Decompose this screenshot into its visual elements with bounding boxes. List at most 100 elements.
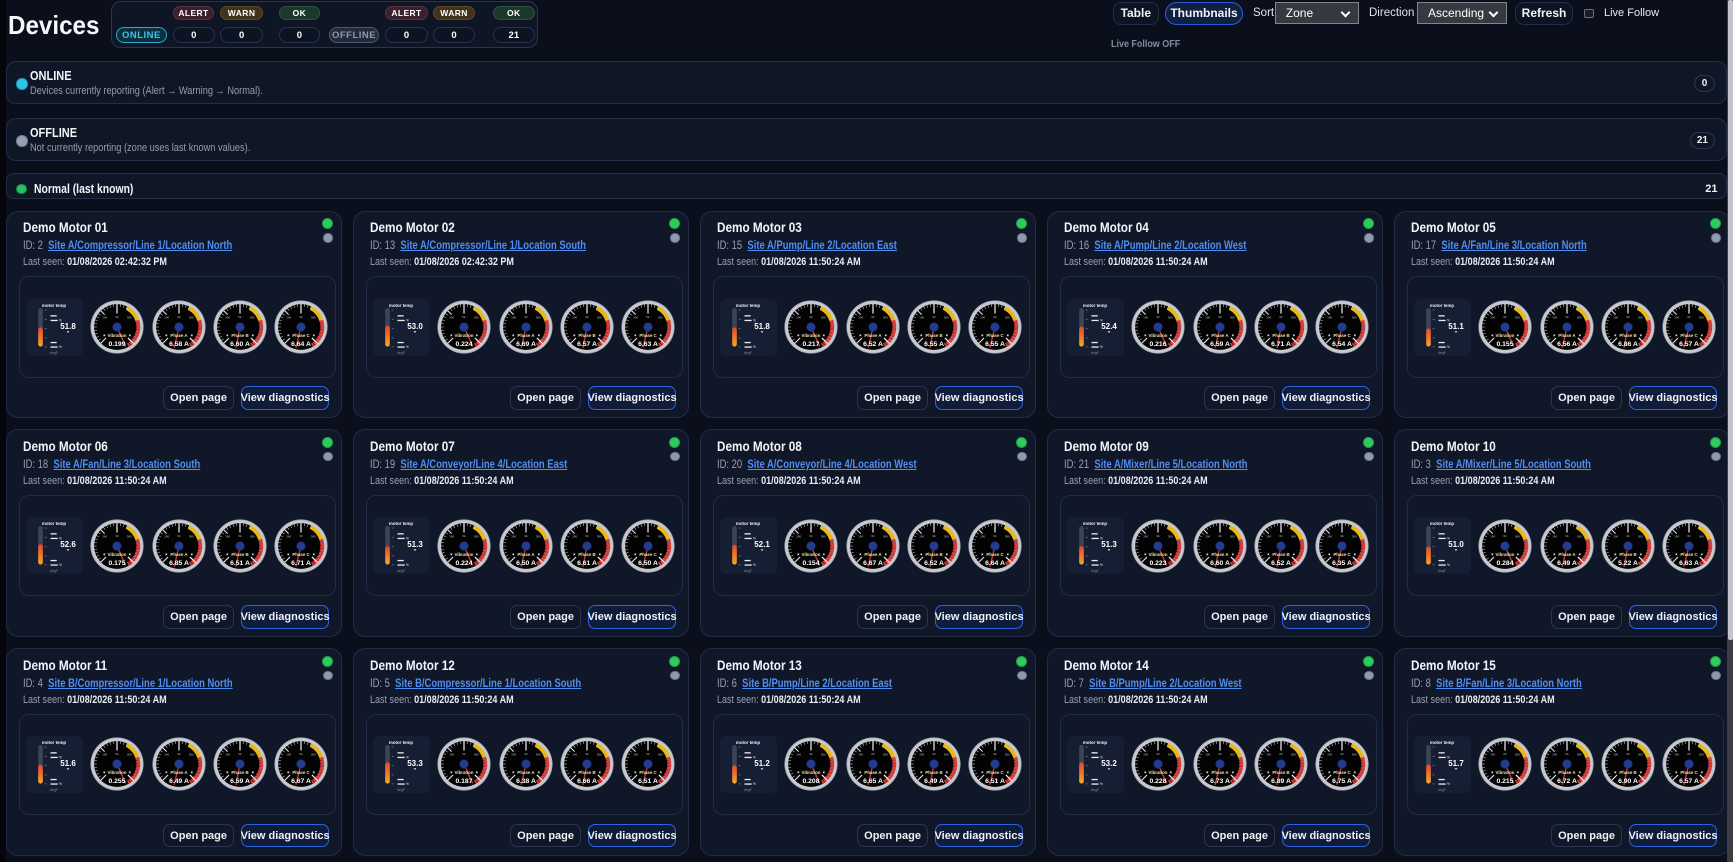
svg-text:6.64 A: 6.64 A bbox=[985, 560, 1005, 567]
svg-text:Phase A: Phase A bbox=[1211, 771, 1229, 776]
svg-text:motor temp: motor temp bbox=[736, 303, 760, 308]
svg-text:%: % bbox=[406, 345, 409, 349]
svg-text:%: % bbox=[1100, 345, 1103, 349]
svg-text:Phase B: Phase B bbox=[1272, 333, 1289, 338]
svg-text:Phase C: Phase C bbox=[987, 333, 1005, 338]
svg-text:Phase C: Phase C bbox=[1334, 771, 1352, 776]
svg-text:%: % bbox=[1447, 563, 1450, 567]
svg-text:degF: degF bbox=[397, 788, 406, 792]
svg-text:Vibration: Vibration bbox=[1496, 552, 1515, 557]
svg-text:motor temp: motor temp bbox=[1430, 303, 1454, 308]
svg-text:Phase C: Phase C bbox=[293, 333, 311, 338]
svg-text:6.60 A: 6.60 A bbox=[1210, 560, 1230, 567]
svg-text:Phase C: Phase C bbox=[987, 552, 1005, 557]
svg-text:51.8: 51.8 bbox=[754, 321, 770, 330]
svg-text:51.3: 51.3 bbox=[1101, 540, 1117, 549]
svg-text:0.155: 0.155 bbox=[1497, 341, 1514, 348]
svg-text:6.63 A: 6.63 A bbox=[1679, 560, 1699, 567]
svg-text:0.199: 0.199 bbox=[109, 341, 126, 348]
svg-text:6.51 A: 6.51 A bbox=[230, 560, 250, 567]
svg-text:Phase A: Phase A bbox=[517, 771, 535, 776]
svg-text:motor temp: motor temp bbox=[1430, 521, 1454, 526]
svg-text:Phase A: Phase A bbox=[864, 333, 882, 338]
svg-text:Phase C: Phase C bbox=[1334, 552, 1352, 557]
svg-text:6.57 A: 6.57 A bbox=[1679, 341, 1699, 348]
svg-text:Vibration: Vibration bbox=[455, 552, 474, 557]
svg-text:6.52 A: 6.52 A bbox=[863, 341, 883, 348]
svg-text:Vibration: Vibration bbox=[108, 552, 127, 557]
svg-text:6.86 A: 6.86 A bbox=[1618, 341, 1638, 348]
svg-text:Vibration: Vibration bbox=[1496, 333, 1515, 338]
svg-text:53.2: 53.2 bbox=[1101, 759, 1117, 768]
svg-text:6.71 A: 6.71 A bbox=[291, 560, 311, 567]
svg-text:motor temp: motor temp bbox=[1083, 521, 1107, 526]
svg-text:6.85 A: 6.85 A bbox=[169, 560, 189, 567]
svg-text:degF: degF bbox=[744, 569, 753, 573]
svg-text:Vibration: Vibration bbox=[802, 771, 821, 776]
svg-text:degF: degF bbox=[1438, 569, 1447, 573]
svg-text:6.51 A: 6.51 A bbox=[638, 779, 658, 786]
svg-text:Vibration: Vibration bbox=[1149, 552, 1168, 557]
svg-text:Phase C: Phase C bbox=[293, 552, 311, 557]
svg-text:Vibration: Vibration bbox=[802, 552, 821, 557]
svg-text:0.175: 0.175 bbox=[109, 560, 126, 567]
svg-text:%: % bbox=[59, 345, 62, 349]
svg-text:51.1: 51.1 bbox=[1448, 321, 1464, 330]
svg-text:degF: degF bbox=[1438, 351, 1447, 355]
svg-text:6.67 A: 6.67 A bbox=[291, 779, 311, 786]
svg-text:6.59 A: 6.59 A bbox=[1210, 341, 1230, 348]
svg-text:0.154: 0.154 bbox=[803, 560, 820, 567]
svg-text:6.75 A: 6.75 A bbox=[1332, 779, 1352, 786]
svg-text:Vibration: Vibration bbox=[455, 333, 474, 338]
svg-text:0.208: 0.208 bbox=[803, 779, 820, 786]
svg-text:%: % bbox=[753, 782, 756, 786]
svg-text:Phase A: Phase A bbox=[1211, 333, 1229, 338]
svg-text:6.63 A: 6.63 A bbox=[638, 341, 658, 348]
svg-text:degF: degF bbox=[744, 351, 753, 355]
svg-text:6.67 A: 6.67 A bbox=[863, 560, 883, 567]
svg-text:motor temp: motor temp bbox=[389, 521, 413, 526]
svg-text:6.57 A: 6.57 A bbox=[1679, 779, 1699, 786]
svg-text:6.64 A: 6.64 A bbox=[291, 341, 311, 348]
svg-text:degF: degF bbox=[1438, 788, 1447, 792]
svg-text:Phase A: Phase A bbox=[517, 552, 535, 557]
svg-text:Phase B: Phase B bbox=[1619, 333, 1636, 338]
svg-text:6.35 A: 6.35 A bbox=[1332, 560, 1352, 567]
svg-text:Phase C: Phase C bbox=[640, 552, 658, 557]
svg-text:0.187: 0.187 bbox=[456, 779, 473, 786]
svg-text:degF: degF bbox=[50, 569, 59, 573]
svg-text:Phase C: Phase C bbox=[1681, 333, 1699, 338]
svg-text:6.52 A: 6.52 A bbox=[924, 560, 944, 567]
svg-text:motor temp: motor temp bbox=[42, 303, 66, 308]
svg-text:Phase A: Phase A bbox=[170, 333, 188, 338]
svg-text:6.58 A: 6.58 A bbox=[169, 341, 189, 348]
svg-text:6.49 A: 6.49 A bbox=[924, 779, 944, 786]
svg-text:Phase B: Phase B bbox=[231, 333, 248, 338]
svg-text:Phase C: Phase C bbox=[987, 771, 1005, 776]
svg-text:Phase B: Phase B bbox=[925, 771, 942, 776]
svg-text:Phase A: Phase A bbox=[864, 552, 882, 557]
svg-text:6.89 A: 6.89 A bbox=[1271, 779, 1291, 786]
svg-text:0.284: 0.284 bbox=[1497, 560, 1514, 567]
svg-text:53.0: 53.0 bbox=[407, 321, 423, 330]
svg-text:Phase B: Phase B bbox=[578, 771, 595, 776]
svg-text:51.6: 51.6 bbox=[60, 759, 76, 768]
svg-text:motor temp: motor temp bbox=[1430, 740, 1454, 745]
svg-text:Vibration: Vibration bbox=[108, 771, 127, 776]
svg-text:0.255: 0.255 bbox=[109, 779, 126, 786]
svg-text:Phase B: Phase B bbox=[925, 552, 942, 557]
svg-text:51.3: 51.3 bbox=[407, 540, 423, 549]
svg-text:52.4: 52.4 bbox=[1101, 321, 1117, 330]
svg-text:motor temp: motor temp bbox=[736, 740, 760, 745]
svg-text:52.1: 52.1 bbox=[754, 540, 770, 549]
svg-text:Phase A: Phase A bbox=[1211, 552, 1229, 557]
svg-text:Phase B: Phase B bbox=[1272, 771, 1289, 776]
svg-text:Vibration: Vibration bbox=[108, 333, 127, 338]
svg-text:6.61 A: 6.61 A bbox=[577, 560, 597, 567]
svg-text:Phase A: Phase A bbox=[170, 552, 188, 557]
svg-text:Phase A: Phase A bbox=[1558, 333, 1576, 338]
svg-text:Vibration: Vibration bbox=[455, 771, 474, 776]
svg-text:Vibration: Vibration bbox=[802, 333, 821, 338]
svg-text:motor temp: motor temp bbox=[1083, 740, 1107, 745]
svg-text:0.216: 0.216 bbox=[1150, 341, 1167, 348]
